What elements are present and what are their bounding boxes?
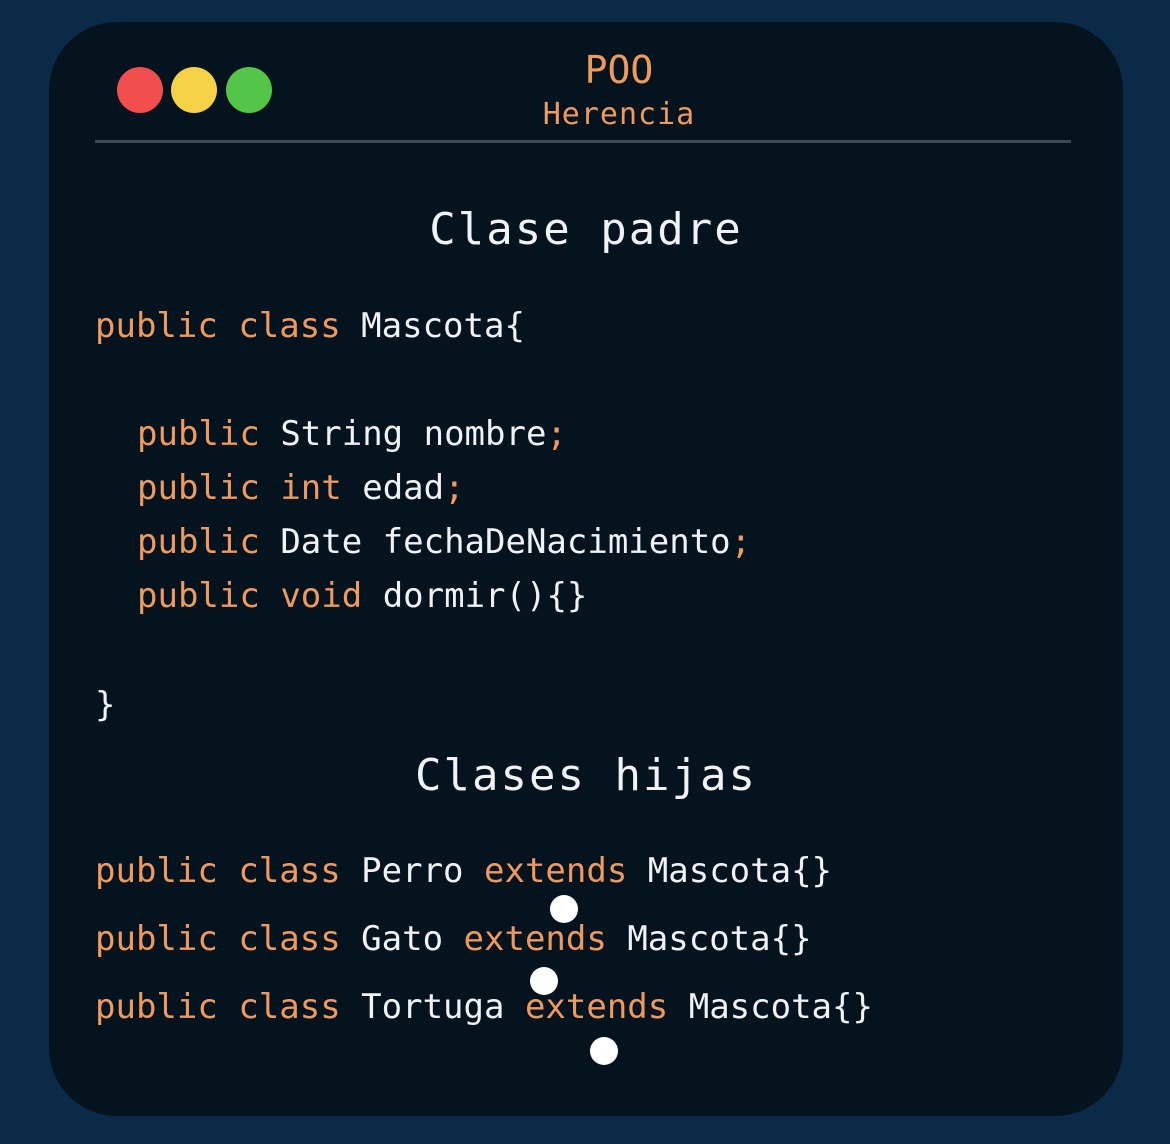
closing-brace: }: [95, 685, 116, 725]
code-line-field: public int edad;: [137, 471, 465, 505]
class-name: Tortuga: [361, 987, 505, 1027]
marker-dot: [550, 895, 578, 923]
code-line-method: public void dormir(){}: [137, 579, 587, 613]
keyword: class: [238, 987, 341, 1027]
semicolon: ;: [444, 468, 465, 508]
method-declaration: dormir(){}: [382, 576, 588, 616]
keyword: public: [137, 414, 260, 454]
code-line-field: public String nombre;: [137, 417, 567, 451]
keyword: int: [280, 468, 342, 508]
marker-dot: [530, 967, 558, 995]
code-line-child-class: public class Gato extends Mascota{}: [95, 922, 812, 956]
keyword: class: [238, 306, 341, 346]
title-divider: [95, 140, 1071, 143]
code-line-class-declaration: public class Mascota{: [95, 309, 525, 343]
keyword: class: [238, 851, 341, 891]
keyword: public: [137, 576, 260, 616]
code-line-child-class: public class Tortuga extends Mascota{}: [95, 990, 873, 1024]
keyword: public: [95, 919, 218, 959]
parent-class-name: Mascota{}: [688, 987, 873, 1027]
class-name: Gato: [361, 919, 444, 959]
code-line-child-class: public class Perro extends Mascota{}: [95, 854, 832, 888]
keyword: extends: [484, 851, 628, 891]
keyword: public: [137, 468, 260, 508]
semicolon: ;: [730, 522, 752, 562]
field-name: edad: [362, 468, 445, 508]
child-classes-heading: Clases hijas: [415, 750, 757, 801]
field-declaration: Date fechaDeNacimiento: [280, 522, 731, 562]
keyword: public: [95, 306, 218, 346]
class-name: Perro: [361, 851, 464, 891]
code-window: POO Herencia Clase padre public class Ma…: [49, 22, 1123, 1116]
keyword: class: [238, 919, 341, 959]
semicolon: ;: [546, 414, 567, 454]
parent-class-heading: Clase padre: [429, 204, 743, 255]
parent-class-name: Mascota{}: [627, 919, 812, 959]
keyword: public: [95, 987, 218, 1027]
code-line-closing-brace: }: [95, 688, 115, 722]
parent-class-name: Mascota{}: [647, 851, 833, 891]
marker-dot: [590, 1037, 618, 1065]
code-line-field: public Date fechaDeNacimiento;: [137, 525, 751, 559]
field-declaration: String nombre: [280, 414, 547, 454]
window-title: POO: [584, 48, 654, 92]
keyword: void: [280, 576, 363, 616]
keyword: extends: [463, 919, 607, 959]
keyword: public: [95, 851, 218, 891]
keyword: public: [137, 522, 260, 562]
class-name: Mascota{: [361, 306, 525, 346]
window-subtitle: Herencia: [542, 97, 696, 132]
